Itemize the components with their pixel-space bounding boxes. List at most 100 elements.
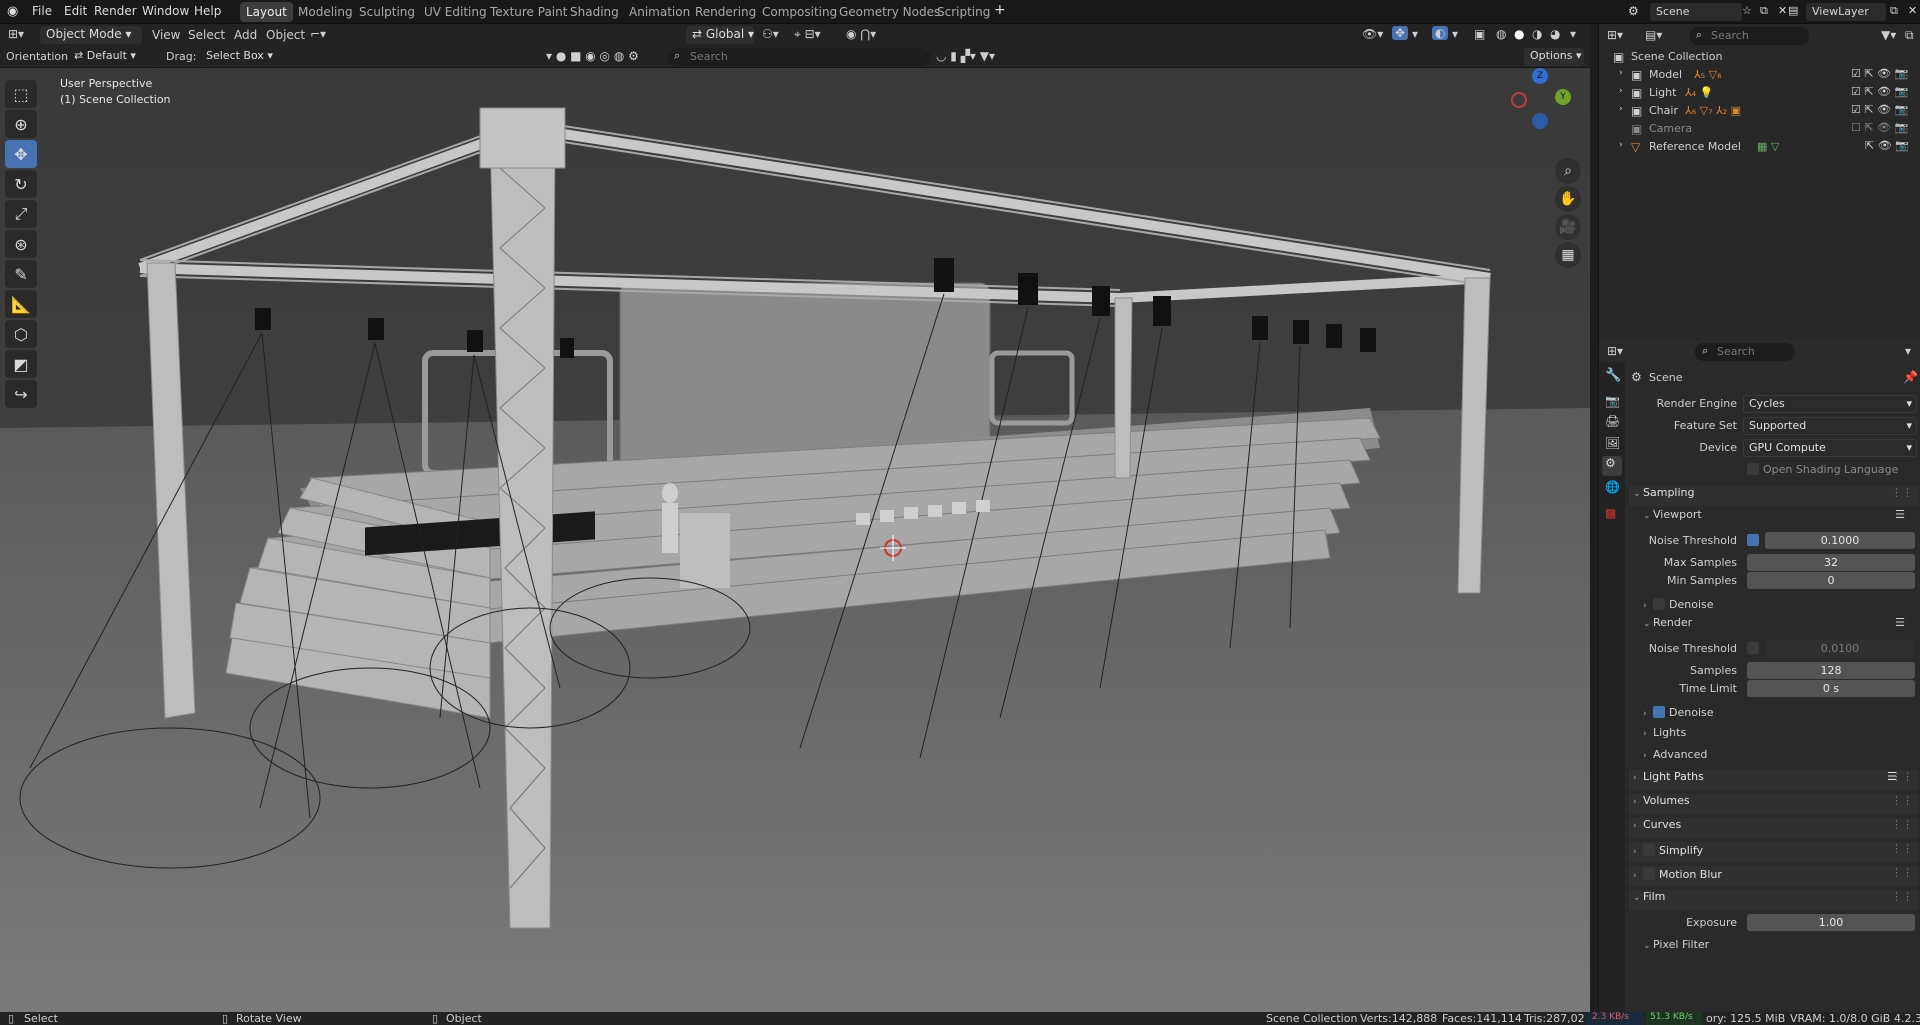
viewlayer-name-field[interactable]: ViewLayer [1806,3,1886,21]
motion-blur-panel-header[interactable]: › Motion Blur ⋮⋮ [1629,866,1919,886]
pixel-filter-subpanel-header[interactable]: ⌄ Pixel Filter [1639,938,1919,958]
solid-shading-icon[interactable]: ● [1514,27,1524,41]
expand-arrow-icon[interactable]: › [1619,86,1623,96]
new-scene-icon[interactable]: ⧉ [1760,4,1768,18]
move-tool-icon[interactable]: ✥ [5,140,37,168]
add-cube-tool-icon[interactable]: ⬡ [5,320,37,348]
r-noise-threshold-checkbox[interactable] [1747,642,1759,654]
tab-sculpting[interactable]: Sculpting [353,2,421,22]
row-visibility-icons[interactable]: ☑ ⇱ 👁 📷 [1851,103,1908,116]
light-paths-panel-header[interactable]: › Light Paths ☰ ⋮⋮ [1629,770,1919,790]
menu-file[interactable]: File [32,4,52,18]
add-workspace-icon[interactable]: + [994,2,1006,18]
expand-arrow-icon[interactable]: › [1619,140,1623,150]
tab-geometry-nodes[interactable]: Geometry Nodes [833,2,946,22]
menu-add[interactable]: Add [234,28,257,42]
rotate-tool-icon[interactable]: ↻ [5,170,37,198]
cursor-tool-icon[interactable]: ⊕ [5,110,37,138]
row-visibility-icons[interactable]: ⇱ 👁 📷 [1865,139,1909,152]
tab-layout[interactable]: Layout [240,2,293,22]
texture-tab-icon[interactable]: ▩ [1605,506,1616,520]
tab-texture-paint[interactable]: Texture Paint [484,2,573,22]
world-tab-icon[interactable]: 🌐 [1605,480,1620,494]
outliner-item-light[interactable]: › ▣ Light ⅄₄ 💡 ☑ ⇱ 👁 📷 [1599,84,1920,102]
outliner-search-input[interactable]: Search [1689,27,1809,45]
outliner-editor-icon[interactable]: ⊞▾ [1607,28,1623,42]
options-dropdown[interactable]: Options ▾ [1524,48,1584,66]
gizmo-menu-icon[interactable]: ▾ [1412,27,1418,41]
outliner-filter-icon[interactable]: ▼▾ [1881,28,1896,42]
row-visibility-icons[interactable]: ☑ ⇱ 👁 📷 [1851,85,1908,98]
preset-list-icon[interactable]: ☰ [1895,616,1905,629]
vp-min-samples-field[interactable]: 0 [1747,572,1915,589]
tab-uv-editing[interactable]: UV Editing [418,2,493,22]
scale-tool-icon[interactable]: ⤢ [5,200,37,228]
tab-rendering[interactable]: Rendering [689,2,762,22]
measure-tool-icon[interactable]: 📐 [5,290,37,318]
device-dropdown[interactable]: GPU Compute ▾ [1743,439,1917,457]
3d-viewport[interactable]: User Perspective (1) Scene Collection ⬚ … [0,68,1590,1012]
pin-scene-icon[interactable]: ☆ [1742,4,1752,17]
sampling-panel-header[interactable]: ⌄ Sampling ⋮⋮ [1629,486,1919,506]
viewlayer-icon[interactable]: ▤ [1788,4,1798,17]
xray-icon[interactable]: ▣ [1474,27,1485,41]
new-collection-icon[interactable]: ⧉ [1905,28,1914,43]
lights-subpanel-header[interactable]: › Lights [1639,726,1919,746]
exposure-field[interactable]: 1.00 [1747,914,1915,931]
bend-tool-icon[interactable]: ↪ [5,380,37,408]
simplify-panel-header[interactable]: › Simplify ⋮⋮ [1629,842,1919,862]
film-panel-header[interactable]: ⌄ Film ⋮⋮ [1629,890,1919,910]
proportional-edit-icon[interactable]: ◉ ⋂▾ [846,27,876,41]
grid-toggle-icon[interactable]: ▦ [1555,242,1581,268]
vp-noise-threshold-field[interactable]: 0.1000 [1765,532,1915,549]
tab-animation[interactable]: Animation [623,2,696,22]
preset-list-icon[interactable]: ☰ [1895,508,1905,521]
tab-modeling[interactable]: Modeling [292,2,359,22]
gizmo-neg-x-axis[interactable] [1511,92,1527,108]
outliner-item-reference-model[interactable]: › ▽ Reference Model ▦ ▽ ⇱ 👁 📷 [1599,138,1920,156]
display-mode-icon[interactable]: ▤▾ [1645,28,1662,42]
r-noise-threshold-field[interactable]: 0.0100 [1765,640,1915,657]
shading-menu-icon[interactable]: ▾ [1570,27,1576,41]
new-viewlayer-icon[interactable]: ⧉ [1890,4,1898,18]
menu-edit[interactable]: Edit [64,4,87,18]
menu-render[interactable]: Render [94,4,137,18]
menu-object[interactable]: Object [266,28,305,42]
menu-select[interactable]: Select [188,28,225,42]
material-shading-icon[interactable]: ◑ [1532,27,1542,41]
select-box-tool-icon[interactable]: ⬚ [5,80,37,108]
scene-icon[interactable]: ⚙ [1628,4,1639,18]
tool-tab-icon[interactable]: 🔧 [1605,368,1621,383]
delete-scene-icon[interactable]: ✕ [1778,4,1787,17]
outliner-scene-collection[interactable]: ▣ Scene Collection [1599,48,1920,66]
gpencil-icon[interactable]: ⌐▾ [310,27,326,41]
menu-view[interactable]: View [152,28,180,42]
osl-checkbox[interactable] [1747,463,1759,475]
transform-tool-icon[interactable]: ⊛ [5,230,37,258]
wireframe-shading-icon[interactable]: ◍ [1496,27,1506,41]
pivot-icon[interactable]: ⚇▾ [762,27,779,41]
tab-compositing[interactable]: Compositing [756,2,843,22]
vp-max-samples-field[interactable]: 32 [1747,554,1915,571]
view-layer-tab-icon[interactable]: 🖼 [1605,436,1620,450]
transform-orientation-dropdown[interactable]: ⇄ Global ▾ [686,26,754,44]
curves-panel-header[interactable]: › Curves ⋮⋮ [1629,818,1919,838]
viewport-search-input[interactable]: Search [668,48,930,66]
properties-menu-icon[interactable]: ▾ [1905,344,1911,358]
vp-denoise-subpanel-header[interactable]: › Denoise [1639,596,1919,616]
menu-help[interactable]: Help [194,4,221,18]
gizmo-neg-z-axis[interactable] [1532,113,1548,129]
r-denoise-subpanel-header[interactable]: › Denoise [1639,704,1919,724]
visibility-icon[interactable]: 👁▾ [1362,27,1383,41]
navigation-gizmo[interactable]: Z Y [1505,68,1575,158]
advanced-subpanel-header[interactable]: › Advanced [1639,748,1919,768]
gizmo-toggle-icon[interactable]: ✥ [1392,26,1409,40]
overlay-toggle-icon[interactable]: ◐ [1432,26,1449,40]
outliner-item-model[interactable]: › ▣ Model ⅄₅ ▽₆ ☑ ⇱ 👁 📷 [1599,66,1920,84]
zoom-icon[interactable]: ⌕ [1555,158,1581,184]
tab-scripting[interactable]: Scripting [931,2,996,22]
scene-name-field[interactable]: Scene [1650,3,1742,21]
r-time-limit-field[interactable]: 0 s [1747,680,1915,697]
expand-arrow-icon[interactable]: › [1619,104,1623,114]
render-tab-icon[interactable]: 📷 [1605,394,1620,408]
